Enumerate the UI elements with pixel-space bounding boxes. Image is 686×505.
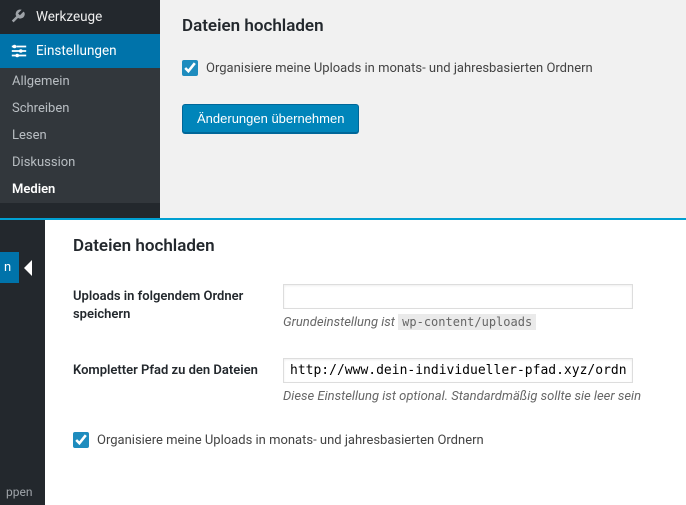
sub-item-reading[interactable]: Lesen xyxy=(0,122,160,149)
upload-folder-input[interactable] xyxy=(283,284,633,309)
sliders-icon xyxy=(10,42,28,60)
sub-item-media[interactable]: Medien xyxy=(0,176,160,203)
organize-uploads-checkbox-2[interactable] xyxy=(73,432,89,448)
settings-submenu: Allgemein Schreiben Lesen Diskussion Med… xyxy=(0,68,160,203)
wrench-icon xyxy=(10,8,28,26)
sub-item-general[interactable]: Allgemein xyxy=(0,68,160,95)
full-path-label: Kompletter Pfad zu den Dateien xyxy=(73,358,283,380)
upload-folder-row: Uploads in folgendem Ordner speichern Gr… xyxy=(73,284,658,330)
mini-sidebar-text: ppen xyxy=(6,485,32,499)
mini-sidebar-tab[interactable]: n xyxy=(0,252,19,283)
top-settings-panel: Dateien hochladen Organisiere meine Uplo… xyxy=(160,0,686,141)
sidebar-item-tools[interactable]: Werkzeuge xyxy=(0,0,160,34)
admin-sidebar-bottom: n ppen xyxy=(0,220,45,505)
organize-uploads-label-2: Organisiere meine Uploads in monats- und… xyxy=(97,433,484,448)
hint-prefix: Grundeinstellung ist xyxy=(283,315,398,330)
hint-code: wp-content/uploads xyxy=(398,314,536,330)
sub-item-writing[interactable]: Schreiben xyxy=(0,95,160,122)
organize-uploads-label: Organisiere meine Uploads in monats- und… xyxy=(206,61,593,76)
full-path-row: Kompletter Pfad zu den Dateien Diese Ein… xyxy=(73,358,658,404)
organize-uploads-checkbox[interactable] xyxy=(182,60,198,76)
full-path-hint: Diese Einstellung ist optional. Standard… xyxy=(283,389,658,404)
admin-sidebar-top: Werkzeuge Einstellungen Allgemein Schrei… xyxy=(0,0,160,220)
sidebar-item-label: Werkzeuge xyxy=(36,9,102,25)
organize-uploads-row: Organisiere meine Uploads in monats- und… xyxy=(182,60,664,76)
organize-uploads-row-2: Organisiere meine Uploads in monats- und… xyxy=(73,432,658,448)
sidebar-item-settings[interactable]: Einstellungen xyxy=(0,34,160,68)
upload-folder-label: Uploads in folgendem Ordner speichern xyxy=(73,284,283,324)
sub-item-discussion[interactable]: Diskussion xyxy=(0,149,160,176)
sidebar-item-label: Einstellungen xyxy=(36,43,117,59)
full-path-input[interactable] xyxy=(283,358,633,383)
upload-folder-hint: Grundeinstellung ist wp-content/uploads xyxy=(283,315,658,330)
bottom-settings-panel: Dateien hochladen Uploads in folgendem O… xyxy=(45,220,686,505)
save-changes-button[interactable]: Änderungen übernehmen xyxy=(182,104,359,133)
section-heading-upload: Dateien hochladen xyxy=(182,16,664,36)
section-heading-upload-2: Dateien hochladen xyxy=(73,236,658,256)
